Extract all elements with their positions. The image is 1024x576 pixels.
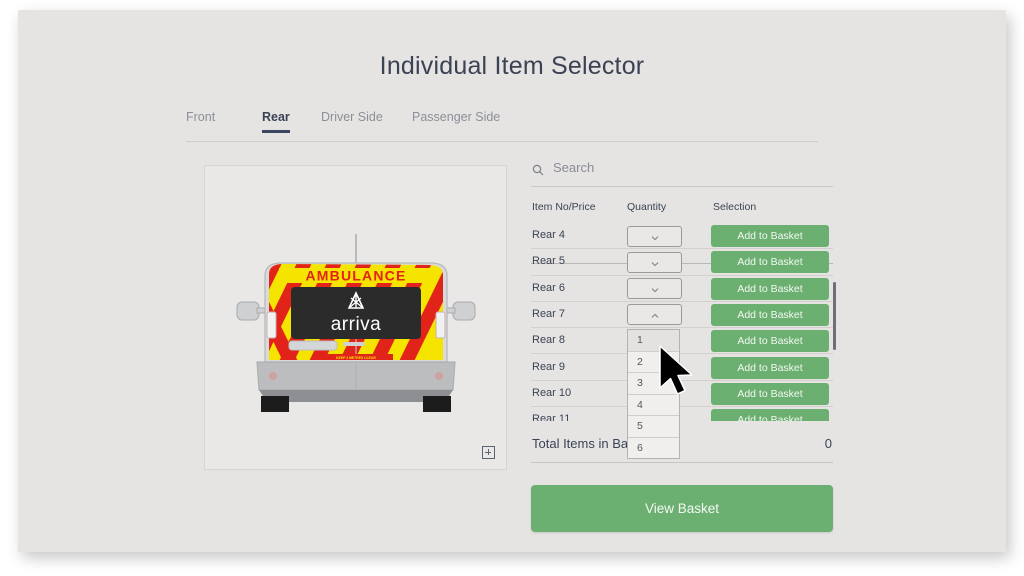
quantity-select[interactable] <box>627 225 682 247</box>
chevron-up-icon <box>651 314 658 319</box>
column-selection: Selection <box>713 201 757 213</box>
add-to-basket-button[interactable]: Add to Basket <box>711 330 829 353</box>
vehicle-banner-text: AMBULANCE <box>305 267 406 283</box>
quantity-select-open[interactable] <box>627 304 682 326</box>
add-to-basket-button[interactable]: Add to Basket <box>711 356 829 379</box>
quantity-select[interactable] <box>627 278 682 300</box>
item-label: Rear 6 <box>532 281 566 294</box>
table-row[interactable]: Rear 6 Add to Basket <box>531 276 833 302</box>
vehicle-image-panel[interactable]: AMBULANCE arriva KEEP 2 METRES CLEAR <box>204 165 507 470</box>
item-label: Rear 4 <box>532 229 566 241</box>
dropdown-option[interactable]: 5 <box>628 416 679 438</box>
vehicle-logo-text: arriva <box>330 314 381 335</box>
add-to-basket-button[interactable]: Add to Basket <box>711 277 829 300</box>
search-input[interactable]: Search <box>553 160 594 175</box>
total-divider <box>531 462 833 463</box>
basket-total-value: 0 <box>824 436 832 451</box>
add-to-basket-button[interactable]: Add to Basket <box>711 225 829 247</box>
screen-frame: Individual Item Selector Front Rear Driv… <box>0 0 1024 576</box>
add-to-basket-button[interactable]: Add to Basket <box>711 303 829 326</box>
table-row[interactable]: Rear 7 Add to Basket <box>531 302 833 329</box>
item-label: Rear 7 <box>532 307 566 320</box>
chevron-down-icon <box>651 235 658 240</box>
vehicle-strip-text: KEEP 2 METRES CLEAR <box>336 355 376 359</box>
table-row[interactable]: Rear 4 Add to Basket <box>531 223 833 250</box>
column-quantity: Quantity <box>627 201 667 213</box>
quantity-select[interactable] <box>627 251 682 273</box>
tab-passenger-side[interactable]: Passenger Side <box>412 110 500 133</box>
table-row[interactable]: Rear 5 Add to Basket <box>531 249 833 276</box>
table-header: Item No/Price Quantity Selection <box>531 201 833 264</box>
add-to-basket-button[interactable]: Add to Basket <box>711 382 829 405</box>
mouse-cursor <box>659 345 693 395</box>
app-page: Individual Item Selector Front Rear Driv… <box>18 10 1006 552</box>
tab-divider <box>186 141 818 142</box>
add-to-basket-button[interactable]: Add to Basket <box>711 409 829 422</box>
dropdown-option[interactable]: 6 <box>628 437 679 458</box>
column-item-no-price: Item No/Price <box>532 201 596 213</box>
item-label: Rear 11 <box>532 413 571 422</box>
page-title: Individual Item Selector <box>379 52 645 80</box>
search-divider <box>531 186 833 187</box>
vehicle-illustration: AMBULANCE arriva KEEP 2 METRES CLEAR <box>236 233 475 412</box>
item-label: Rear 5 <box>532 255 566 268</box>
tab-front[interactable]: Front <box>186 110 215 133</box>
item-label: Rear 10 <box>532 386 572 399</box>
tab-bar: Front Rear Driver Side Passenger Side <box>186 110 818 142</box>
chevron-down-icon <box>651 288 658 293</box>
tab-driver-side[interactable]: Driver Side <box>321 110 383 133</box>
search-icon <box>532 164 544 176</box>
table-row[interactable]: Rear 11 Add to Basket <box>531 407 833 422</box>
view-basket-button[interactable]: View Basket <box>531 485 833 532</box>
basket-total-row: Total Items in Basket 0 <box>531 430 833 460</box>
add-to-basket-button[interactable]: Add to Basket <box>711 251 829 274</box>
item-label: Rear 8 <box>532 334 566 347</box>
chevron-down-icon <box>651 262 658 267</box>
expand-icon[interactable] <box>482 446 495 459</box>
tab-rear[interactable]: Rear <box>262 110 290 133</box>
item-label: Rear 9 <box>532 360 566 373</box>
item-table: Rear 4 Add to Basket Rear 5 Add to Baske… <box>531 223 833 422</box>
search-row[interactable]: Search <box>531 160 833 188</box>
table-scrollbar[interactable] <box>833 282 836 350</box>
